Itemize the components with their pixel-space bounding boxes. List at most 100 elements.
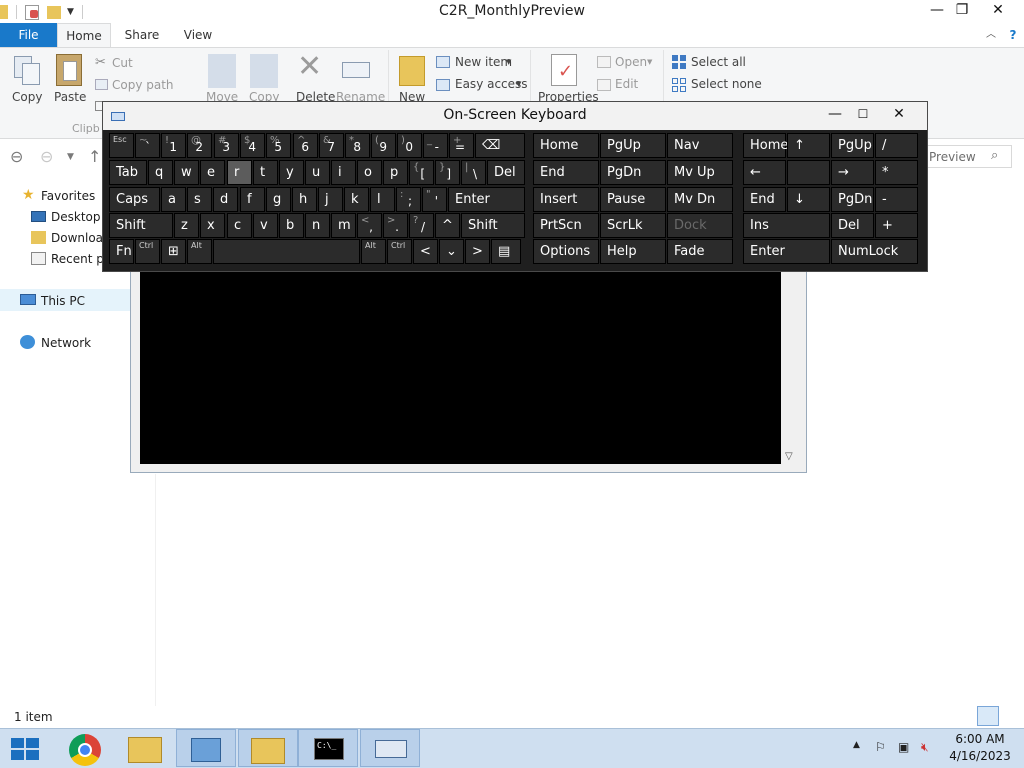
console-screen[interactable] (140, 267, 781, 464)
numpad-key-4-0[interactable]: Enter (743, 239, 830, 264)
tab-home[interactable]: Home (57, 23, 111, 47)
osk-minimize-button[interactable]: — (821, 104, 849, 126)
nav-item-downloads[interactable]: Downloa (51, 231, 103, 245)
key-r1-6[interactable]: % 5 (266, 133, 291, 158)
key-mvdn[interactable]: Mv Dn (667, 187, 733, 212)
key-f[interactable]: f (240, 187, 265, 212)
chevron-down-icon[interactable]: ▼ (67, 152, 74, 162)
key-backspace[interactable]: ⌫ (475, 133, 525, 158)
numpad-key-0-0[interactable]: Home (743, 133, 788, 158)
select-none-button[interactable]: Select none (691, 77, 762, 91)
key-left-ctrl[interactable]: Ctrl (135, 239, 160, 264)
key-pgup[interactable]: PgUp (600, 133, 666, 158)
key-right-ctrl[interactable]: Ctrl (387, 239, 412, 264)
flag-icon[interactable]: ⚐ (875, 740, 886, 754)
key-c[interactable]: c (227, 213, 252, 238)
copy-path-button[interactable]: Copy path (112, 78, 174, 92)
edit-button[interactable]: Edit (615, 77, 638, 91)
nav-item-network[interactable]: Network (41, 336, 91, 350)
key-pause[interactable]: Pause (600, 187, 666, 212)
key-mvup[interactable]: Mv Up (667, 160, 733, 185)
up-arrow-icon[interactable]: ↑ (88, 147, 101, 166)
key-space[interactable] (213, 239, 360, 264)
key-r1-13[interactable]: + = (449, 133, 474, 158)
nav-item-recent-places[interactable]: Recent pl (51, 252, 107, 266)
key-pgdn[interactable]: PgDn (600, 160, 666, 185)
key-t[interactable]: t (253, 160, 278, 185)
forward-arrow-icon[interactable]: ⊖ (40, 147, 53, 166)
network-tray-icon[interactable]: ▣ (898, 740, 909, 754)
key-down-arrow[interactable]: ⌄ (439, 239, 464, 264)
key-fn[interactable]: Fn (109, 239, 134, 264)
key-del[interactable]: Del (487, 160, 525, 185)
search-input[interactable]: Preview (929, 150, 976, 164)
key-prtscn[interactable]: PrtScn (533, 213, 599, 238)
osk-close-button[interactable]: ✕ (885, 104, 913, 126)
key-l[interactable]: l (370, 187, 395, 212)
key-r1-1[interactable]: ~ ` (135, 133, 160, 158)
osk-taskbar-button[interactable] (360, 729, 420, 767)
explorer-active-taskbar-button[interactable] (238, 729, 298, 767)
nav-item-desktop[interactable]: Desktop (51, 210, 101, 224)
key-insert[interactable]: Insert (533, 187, 599, 212)
key-r1-3[interactable]: @2 (187, 133, 212, 158)
numpad-key-0-2[interactable]: PgUp (831, 133, 874, 158)
large-icons-view-icon[interactable] (1002, 706, 1024, 726)
key-o[interactable]: o (357, 160, 382, 185)
open-button[interactable]: Open (615, 55, 647, 69)
osk-maximize-button[interactable]: ☐ (849, 104, 877, 126)
search-icon[interactable]: ⌕ (991, 148, 998, 163)
key-r[interactable]: r (227, 160, 252, 185)
back-arrow-icon[interactable]: ⊖ (10, 147, 23, 166)
key-caps[interactable]: Caps (109, 187, 160, 212)
cut-button[interactable]: Cut (112, 56, 133, 70)
numpad-key-1-3[interactable]: * (875, 160, 918, 185)
chrome-taskbar-button[interactable] (56, 729, 116, 767)
key-right-arrow[interactable]: > (465, 239, 490, 264)
new-item-button[interactable]: New item (455, 55, 512, 69)
numpad-key-2-0[interactable]: End (743, 187, 786, 212)
key-x[interactable]: x (200, 213, 225, 238)
key-r3-11[interactable]: " ' (422, 187, 447, 212)
numpad-key-2-1[interactable]: ↓ (787, 187, 830, 212)
details-view-icon[interactable] (977, 706, 999, 726)
copy-button[interactable]: Copy (12, 90, 42, 104)
numpad-key-4-2[interactable]: NumLock (831, 239, 918, 264)
tab-share[interactable]: Share (116, 23, 168, 47)
key-end[interactable]: End (533, 160, 599, 185)
start-button[interactable] (0, 729, 50, 767)
server-manager-taskbar-button[interactable] (176, 729, 236, 767)
numpad-key-3-2[interactable]: Del (831, 213, 874, 238)
key-r4-9[interactable]: >. (383, 213, 408, 238)
help-icon[interactable]: ? (1006, 23, 1020, 47)
key-nav[interactable]: Nav (667, 133, 733, 158)
key-r1-11[interactable]: ) 0 (397, 133, 422, 158)
key-b[interactable]: b (279, 213, 304, 238)
key-right-alt[interactable]: Alt (361, 239, 386, 264)
key-i[interactable]: i (331, 160, 356, 185)
key-h[interactable]: h (292, 187, 317, 212)
numpad-key-3-3[interactable]: + (875, 213, 918, 238)
key-w[interactable]: w (174, 160, 199, 185)
key-backslash[interactable]: | \ (461, 160, 486, 185)
key-left-alt[interactable]: Alt (187, 239, 212, 264)
key-a[interactable]: a (161, 187, 186, 212)
numpad-key-0-3[interactable]: / (875, 133, 918, 158)
key-esc[interactable]: Esc (109, 133, 134, 158)
tab-view[interactable]: View (176, 23, 220, 47)
numpad-key-0-1[interactable]: ↑ (787, 133, 830, 158)
console-window[interactable]: ▽ (130, 262, 807, 473)
key-left-arrow[interactable]: < (413, 239, 438, 264)
key-home[interactable]: Home (533, 133, 599, 158)
key-r2-12[interactable]: }] (435, 160, 460, 185)
key-r1-10[interactable]: (9 (371, 133, 396, 158)
key-s[interactable]: s (187, 187, 212, 212)
key-menu[interactable]: ▤ (491, 239, 521, 264)
key-r1-8[interactable]: & 7 (319, 133, 344, 158)
chevron-down-icon[interactable]: ▽ (785, 451, 793, 462)
key-options[interactable]: Options (533, 239, 599, 264)
numpad-key-1-0[interactable]: ← (743, 160, 786, 185)
clock[interactable]: 6:00 AM 4/16/2023 (948, 731, 1012, 765)
numpad-key-3-0[interactable]: Ins (743, 213, 830, 238)
close-button[interactable]: ✕ (982, 0, 1014, 22)
